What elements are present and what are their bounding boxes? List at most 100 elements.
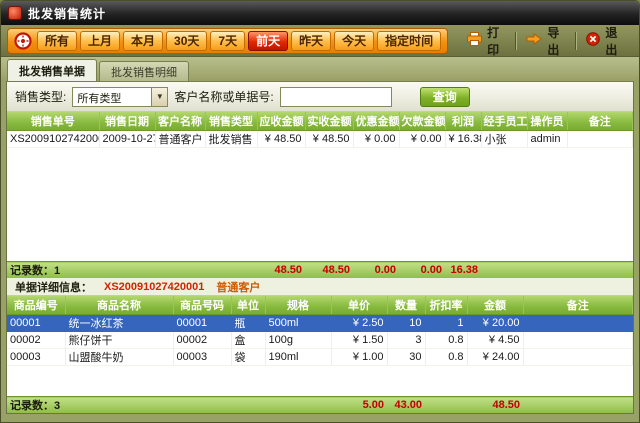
table-cell: 100g	[265, 331, 331, 348]
date-filter-button[interactable]: 7天	[210, 31, 245, 51]
window-title: 批发销售统计	[28, 5, 106, 22]
sale-type-label: 销售类型:	[15, 88, 66, 105]
column-header[interactable]: 利润	[445, 112, 481, 130]
date-filter-button[interactable]: 前天	[248, 31, 288, 51]
sale-type-dropdown[interactable]: 所有类型 ▼	[72, 87, 168, 107]
summary-cell	[567, 262, 633, 279]
title-bar: 批发销售统计	[1, 1, 639, 25]
orders-summary-bar: 记录数：148.5048.500.000.0016.38	[7, 261, 633, 278]
main-panel: 销售类型: 所有类型 ▼ 客户名称或单据号: 查询 销售单号销售日期客户名称销售…	[6, 81, 634, 414]
column-header[interactable]: 规格	[265, 296, 331, 314]
exit-button[interactable]: 退出	[575, 25, 633, 56]
column-header[interactable]: 销售日期	[99, 112, 155, 130]
column-header[interactable]: 数量	[387, 296, 425, 314]
items-summary-bar: 记录数：35.0043.0048.50	[7, 396, 633, 413]
summary-cell	[527, 262, 567, 279]
toolbar: 所有上月本月30天7天前天昨天今天指定时间 打印	[1, 25, 639, 57]
print-button[interactable]: 打印	[456, 25, 514, 56]
column-header[interactable]: 商品编号	[7, 296, 65, 314]
app-window: 批发销售统计 所有上月本月30天7天前天昨天今天指定时间	[0, 0, 640, 423]
printer-icon	[467, 32, 482, 49]
summary-cell: 48.50	[257, 262, 305, 279]
detail-customer-name: 普通客户	[216, 279, 260, 295]
column-header[interactable]: 实收金额	[305, 112, 353, 130]
items-table: 商品编号商品名称商品号码单位规格单价数量折扣率金额备注 00001统一冰红茶00…	[7, 296, 633, 366]
summary-row: 记录数：35.0043.0048.50	[7, 397, 633, 414]
summary-cell: 43.00	[387, 397, 425, 414]
items-summary: 记录数：35.0043.0048.50	[7, 396, 633, 413]
column-header[interactable]: 单位	[231, 296, 265, 314]
table-cell: 批发销售	[205, 130, 257, 147]
export-icon	[526, 33, 542, 48]
column-header[interactable]: 折扣率	[425, 296, 467, 314]
summary-cell	[265, 397, 331, 414]
column-header[interactable]: 备注	[567, 112, 633, 130]
date-filter-button[interactable]: 指定时间	[377, 31, 441, 51]
date-filter-button[interactable]: 30天	[166, 31, 207, 51]
customer-label: 客户名称或单据号:	[174, 88, 273, 105]
summary-cell: 16.38	[445, 262, 481, 279]
column-header[interactable]: 经手员工	[481, 112, 527, 130]
column-header[interactable]: 销售类型	[205, 112, 257, 130]
table-cell: 190ml	[265, 348, 331, 365]
summary-cell	[523, 397, 633, 414]
table-cell: 小张	[481, 130, 527, 147]
orders-summary: 记录数：148.5048.500.000.0016.38	[7, 261, 633, 278]
table-cell: 熊仔饼干	[65, 331, 173, 348]
customer-input[interactable]	[280, 87, 392, 107]
summary-cell	[65, 397, 173, 414]
table-cell: 00003	[173, 348, 231, 365]
table-cell: XS20091027420001	[7, 130, 99, 147]
orders-table-area: 销售单号销售日期客户名称销售类型应收金额实收金额优惠金额欠款金额利润经手员工操作…	[7, 112, 633, 261]
exit-label: 退出	[605, 24, 622, 58]
table-cell: 盒	[231, 331, 265, 348]
summary-cell	[99, 262, 155, 279]
column-header[interactable]: 欠款金额	[399, 112, 445, 130]
query-button[interactable]: 查询	[420, 87, 470, 107]
summary-cell	[205, 262, 257, 279]
table-cell: ¥ 0.00	[353, 130, 399, 147]
detail-order-number: XS20091027420001	[104, 281, 204, 293]
table-row[interactable]: XS200910274200012009-10-27普通客户批发销售¥ 48.5…	[7, 130, 633, 147]
date-filter-button[interactable]: 上月	[80, 31, 120, 51]
table-row[interactable]: 00002熊仔饼干00002盒100g¥ 1.5030.8¥ 4.50	[7, 331, 633, 348]
tab-sales-details[interactable]: 批发销售明细	[99, 61, 189, 81]
chevron-down-icon[interactable]: ▼	[151, 88, 167, 106]
table-cell: 袋	[231, 348, 265, 365]
table-cell: 1	[425, 314, 467, 331]
date-filter-button[interactable]: 本月	[123, 31, 163, 51]
date-filter-button[interactable]: 今天	[334, 31, 374, 51]
summary-cell: 48.50	[467, 397, 523, 414]
table-cell	[523, 331, 633, 348]
column-header[interactable]: 单价	[331, 296, 387, 314]
date-filter-button[interactable]: 昨天	[291, 31, 331, 51]
table-cell: 00002	[7, 331, 65, 348]
column-header[interactable]: 金额	[467, 296, 523, 314]
column-header[interactable]: 商品名称	[65, 296, 173, 314]
summary-cell	[155, 262, 205, 279]
detail-info-label: 单据详细信息：	[15, 279, 92, 295]
print-label: 打印	[487, 24, 503, 58]
tab-sales-orders[interactable]: 批发销售单据	[7, 59, 97, 81]
table-cell: ¥ 48.50	[305, 130, 353, 147]
column-header[interactable]: 备注	[523, 296, 633, 314]
table-cell: ¥ 20.00	[467, 314, 523, 331]
table-row[interactable]: 00003山盟酸牛奶00003袋190ml¥ 1.00300.8¥ 24.00	[7, 348, 633, 365]
tab-label: 批发销售单据	[19, 63, 85, 79]
column-header[interactable]: 优惠金额	[353, 112, 399, 130]
date-filter-button[interactable]: 所有	[37, 31, 77, 51]
column-header[interactable]: 商品号码	[173, 296, 231, 314]
exit-icon	[586, 32, 600, 49]
table-cell: 10	[387, 314, 425, 331]
summary-cell: 记录数：3	[7, 397, 65, 414]
table-cell: 00003	[7, 348, 65, 365]
column-header[interactable]: 应收金额	[257, 112, 305, 130]
export-button[interactable]: 导出	[515, 25, 574, 56]
column-header[interactable]: 客户名称	[155, 112, 205, 130]
table-cell: ¥ 48.50	[257, 130, 305, 147]
column-header[interactable]: 销售单号	[7, 112, 99, 130]
table-row[interactable]: 00001统一冰红茶00001瓶500ml¥ 2.50101¥ 20.00	[7, 314, 633, 331]
items-table-area: 商品编号商品名称商品号码单位规格单价数量折扣率金额备注 00001统一冰红茶00…	[7, 296, 633, 396]
column-header[interactable]: 操作员	[527, 112, 567, 130]
table-cell: ¥ 24.00	[467, 348, 523, 365]
